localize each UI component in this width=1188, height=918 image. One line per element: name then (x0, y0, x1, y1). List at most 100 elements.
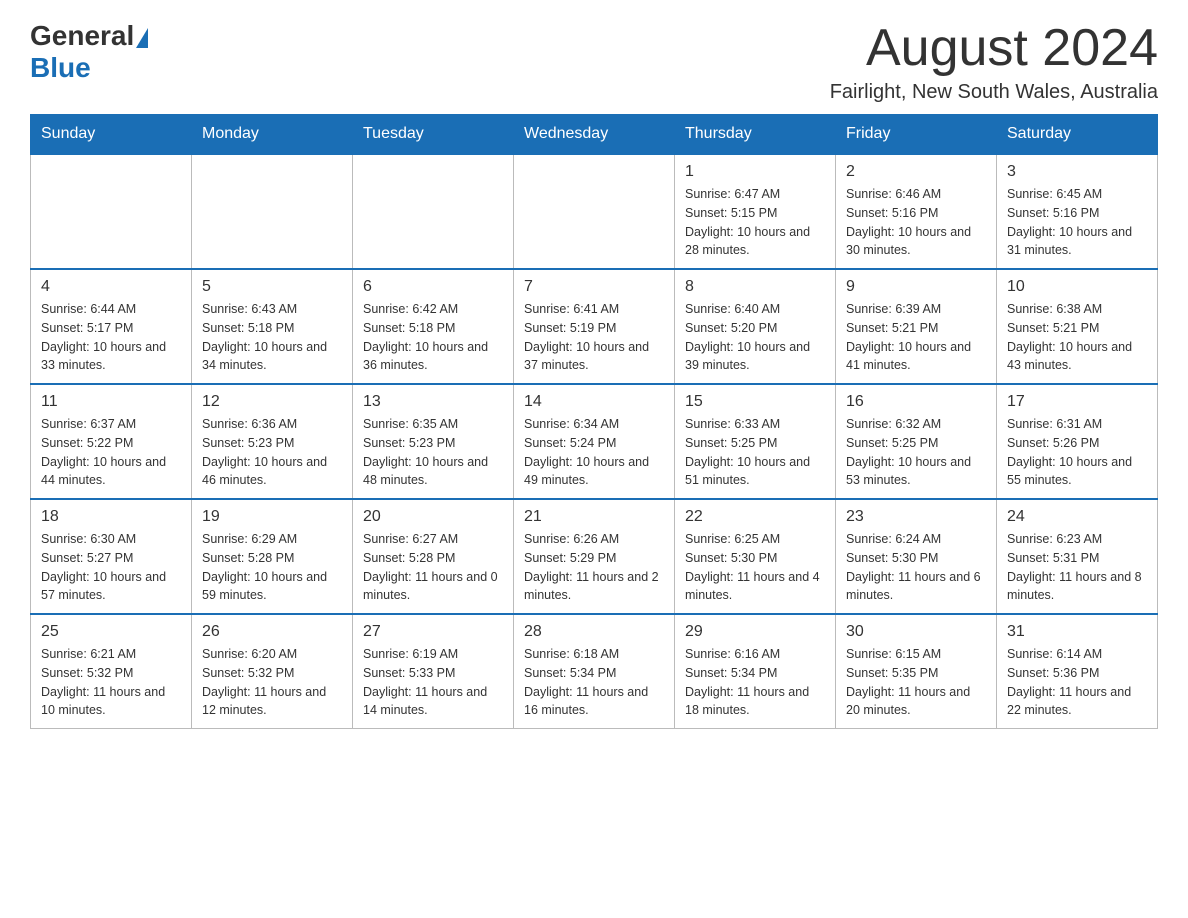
day-info: Sunrise: 6:46 AMSunset: 5:16 PMDaylight:… (846, 185, 986, 260)
logo: General Blue (30, 20, 150, 84)
header-saturday: Saturday (997, 115, 1158, 155)
day-number: 15 (685, 393, 825, 411)
calendar-cell: 20Sunrise: 6:27 AMSunset: 5:28 PMDayligh… (353, 499, 514, 614)
day-number: 30 (846, 623, 986, 641)
calendar-cell: 25Sunrise: 6:21 AMSunset: 5:32 PMDayligh… (31, 614, 192, 729)
calendar-header-row: Sunday Monday Tuesday Wednesday Thursday… (31, 115, 1158, 155)
day-info: Sunrise: 6:18 AMSunset: 5:34 PMDaylight:… (524, 645, 664, 720)
calendar-cell: 18Sunrise: 6:30 AMSunset: 5:27 PMDayligh… (31, 499, 192, 614)
day-number: 28 (524, 623, 664, 641)
logo-blue-text: Blue (30, 52, 91, 83)
day-info: Sunrise: 6:15 AMSunset: 5:35 PMDaylight:… (846, 645, 986, 720)
calendar-cell: 10 Sunrise: 6:38 AMSunset: 5:21 PMDayligh… (997, 269, 1158, 384)
day-number: 13 (363, 393, 503, 411)
calendar-cell: 22 Sunrise: 6:25 AMSunset: 5:30 PMDayligh… (675, 499, 836, 614)
day-number: 9 (846, 278, 986, 296)
calendar-cell: 8 Sunrise: 6:40 AMSunset: 5:20 PMDaylight… (675, 269, 836, 384)
calendar-cell: 21 Sunrise: 6:26 AMSunset: 5:29 PMDayligh… (514, 499, 675, 614)
day-number: 11 (41, 393, 181, 411)
day-info: Sunrise: 6:19 AMSunset: 5:33 PMDaylight:… (363, 645, 503, 720)
day-info: Sunrise: 6:23 AMSunset: 5:31 PMDaylight:… (1007, 530, 1147, 605)
day-info: Sunrise: 6:43 AMSunset: 5:18 PMDaylight:… (202, 300, 342, 375)
day-info: Sunrise: 6:39 AMSunset: 5:21 PMDaylight:… (846, 300, 986, 375)
day-number: 8 (685, 278, 825, 296)
header-wednesday: Wednesday (514, 115, 675, 155)
calendar-cell: 3Sunrise: 6:45 AMSunset: 5:16 PMDaylight… (997, 154, 1158, 269)
calendar-cell: 31Sunrise: 6:14 AMSunset: 5:36 PMDayligh… (997, 614, 1158, 729)
calendar-week-row: 4 Sunrise: 6:44 AMSunset: 5:17 PMDaylight… (31, 269, 1158, 384)
day-number: 21 (524, 508, 664, 526)
header-sunday: Sunday (31, 115, 192, 155)
day-info: Sunrise: 6:26 AMSunset: 5:29 PMDaylight:… (524, 530, 664, 605)
calendar-cell: 9 Sunrise: 6:39 AMSunset: 5:21 PMDaylight… (836, 269, 997, 384)
location-subtitle: Fairlight, New South Wales, Australia (830, 81, 1158, 104)
calendar-cell: 5 Sunrise: 6:43 AMSunset: 5:18 PMDaylight… (192, 269, 353, 384)
day-info: Sunrise: 6:40 AMSunset: 5:20 PMDaylight:… (685, 300, 825, 375)
calendar-table: Sunday Monday Tuesday Wednesday Thursday… (30, 114, 1158, 729)
calendar-cell: 29 Sunrise: 6:16 AMSunset: 5:34 PMDayligh… (675, 614, 836, 729)
calendar-cell: 26 Sunrise: 6:20 AMSunset: 5:32 PMDayligh… (192, 614, 353, 729)
header-tuesday: Tuesday (353, 115, 514, 155)
day-number: 1 (685, 163, 825, 181)
day-number: 16 (846, 393, 986, 411)
day-number: 6 (363, 278, 503, 296)
day-info: Sunrise: 6:33 AMSunset: 5:25 PMDaylight:… (685, 415, 825, 490)
day-info: Sunrise: 6:20 AMSunset: 5:32 PMDaylight:… (202, 645, 342, 720)
page-header: General Blue August 2024 Fairlight, New … (30, 20, 1158, 104)
calendar-cell: 7 Sunrise: 6:41 AMSunset: 5:19 PMDaylight… (514, 269, 675, 384)
day-info: Sunrise: 6:38 AMSunset: 5:21 PMDaylight:… (1007, 300, 1147, 375)
calendar-cell: 23Sunrise: 6:24 AMSunset: 5:30 PMDayligh… (836, 499, 997, 614)
header-thursday: Thursday (675, 115, 836, 155)
day-info: Sunrise: 6:25 AMSunset: 5:30 PMDaylight:… (685, 530, 825, 605)
calendar-cell: 12 Sunrise: 6:36 AMSunset: 5:23 PMDayligh… (192, 384, 353, 499)
day-info: Sunrise: 6:14 AMSunset: 5:36 PMDaylight:… (1007, 645, 1147, 720)
day-number: 26 (202, 623, 342, 641)
calendar-cell: 30 Sunrise: 6:15 AMSunset: 5:35 PMDayligh… (836, 614, 997, 729)
day-number: 10 (1007, 278, 1147, 296)
calendar-cell: 15 Sunrise: 6:33 AMSunset: 5:25 PMDayligh… (675, 384, 836, 499)
day-number: 22 (685, 508, 825, 526)
day-info: Sunrise: 6:36 AMSunset: 5:23 PMDaylight:… (202, 415, 342, 490)
day-info: Sunrise: 6:35 AMSunset: 5:23 PMDaylight:… (363, 415, 503, 490)
day-number: 4 (41, 278, 181, 296)
day-info: Sunrise: 6:16 AMSunset: 5:34 PMDaylight:… (685, 645, 825, 720)
calendar-cell: 17Sunrise: 6:31 AMSunset: 5:26 PMDayligh… (997, 384, 1158, 499)
day-number: 5 (202, 278, 342, 296)
month-title: August 2024 (830, 20, 1158, 77)
calendar-week-row: 11 Sunrise: 6:37 AMSunset: 5:22 PMDayligh… (31, 384, 1158, 499)
day-info: Sunrise: 6:45 AMSunset: 5:16 PMDaylight:… (1007, 185, 1147, 260)
day-info: Sunrise: 6:44 AMSunset: 5:17 PMDaylight:… (41, 300, 181, 375)
calendar-cell: 2 Sunrise: 6:46 AMSunset: 5:16 PMDaylight… (836, 154, 997, 269)
calendar-cell: 28 Sunrise: 6:18 AMSunset: 5:34 PMDayligh… (514, 614, 675, 729)
day-number: 29 (685, 623, 825, 641)
day-info: Sunrise: 6:41 AMSunset: 5:19 PMDaylight:… (524, 300, 664, 375)
calendar-week-row: 25Sunrise: 6:21 AMSunset: 5:32 PMDayligh… (31, 614, 1158, 729)
calendar-cell: 4 Sunrise: 6:44 AMSunset: 5:17 PMDaylight… (31, 269, 192, 384)
day-number: 2 (846, 163, 986, 181)
day-info: Sunrise: 6:29 AMSunset: 5:28 PMDaylight:… (202, 530, 342, 605)
calendar-week-row: 1Sunrise: 6:47 AMSunset: 5:15 PMDaylight… (31, 154, 1158, 269)
logo-triangle-icon (136, 28, 148, 48)
day-number: 27 (363, 623, 503, 641)
day-number: 19 (202, 508, 342, 526)
day-number: 12 (202, 393, 342, 411)
calendar-cell (514, 154, 675, 269)
header-monday: Monday (192, 115, 353, 155)
day-info: Sunrise: 6:30 AMSunset: 5:27 PMDaylight:… (41, 530, 181, 605)
calendar-week-row: 18Sunrise: 6:30 AMSunset: 5:27 PMDayligh… (31, 499, 1158, 614)
day-info: Sunrise: 6:31 AMSunset: 5:26 PMDaylight:… (1007, 415, 1147, 490)
day-info: Sunrise: 6:37 AMSunset: 5:22 PMDaylight:… (41, 415, 181, 490)
day-number: 7 (524, 278, 664, 296)
day-info: Sunrise: 6:34 AMSunset: 5:24 PMDaylight:… (524, 415, 664, 490)
calendar-cell: 19 Sunrise: 6:29 AMSunset: 5:28 PMDayligh… (192, 499, 353, 614)
title-section: August 2024 Fairlight, New South Wales, … (830, 20, 1158, 104)
day-info: Sunrise: 6:24 AMSunset: 5:30 PMDaylight:… (846, 530, 986, 605)
day-number: 20 (363, 508, 503, 526)
header-friday: Friday (836, 115, 997, 155)
calendar-cell: 16 Sunrise: 6:32 AMSunset: 5:25 PMDayligh… (836, 384, 997, 499)
calendar-cell: 24Sunrise: 6:23 AMSunset: 5:31 PMDayligh… (997, 499, 1158, 614)
day-info: Sunrise: 6:32 AMSunset: 5:25 PMDaylight:… (846, 415, 986, 490)
calendar-cell: 1Sunrise: 6:47 AMSunset: 5:15 PMDaylight… (675, 154, 836, 269)
calendar-cell (31, 154, 192, 269)
calendar-cell: 11 Sunrise: 6:37 AMSunset: 5:22 PMDayligh… (31, 384, 192, 499)
